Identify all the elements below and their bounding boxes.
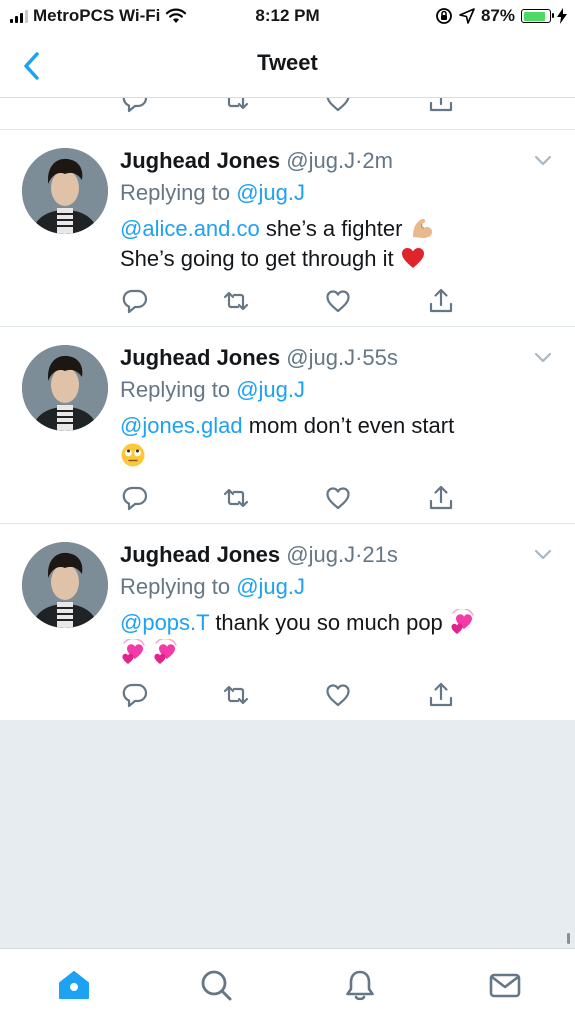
tweet[interactable]: Jughead Jones @jug.J·21s Replying to @ju… (0, 524, 575, 721)
revolving-hearts-emoji (120, 637, 146, 665)
retweet-button[interactable] (222, 484, 250, 512)
retweet-icon (223, 291, 249, 311)
tweet-text: @alice.and.co she’s a fighter She’s goin… (120, 214, 540, 274)
tweet-text: @jones.glad mom don’t even start (120, 411, 540, 471)
replying-prefix: Replying to (120, 180, 231, 205)
tweet-time: 21s (362, 542, 398, 567)
screen-rotation-lock-icon (436, 8, 452, 24)
reply-button[interactable] (121, 484, 149, 512)
heart-icon (326, 684, 350, 707)
share-button[interactable] (427, 484, 455, 512)
tweet-body: she’s a fighter (259, 216, 403, 241)
page-title: Tweet (257, 50, 318, 75)
battery-level (523, 11, 546, 21)
like-button[interactable] (324, 484, 352, 512)
tweet-header: Jughead Jones @jug.J·2m (120, 148, 393, 174)
reply-icon (122, 683, 148, 708)
battery-percent: 87% (480, 6, 515, 25)
replying-to: Replying to @jug.J (120, 377, 305, 403)
tab-bar (0, 948, 575, 1024)
tab-notifications[interactable] (342, 967, 378, 1003)
avatar[interactable] (22, 148, 108, 234)
chevron-down-icon[interactable] (533, 150, 553, 170)
replying-to-handle[interactable]: @jug.J (236, 377, 305, 402)
tweet-text: @pops.T thank you so much pop (120, 607, 540, 668)
author-handle[interactable]: @jug.J (286, 542, 355, 567)
messages-icon (489, 973, 521, 998)
retweet-button[interactable] (222, 681, 250, 709)
tweet-header: Jughead Jones @jug.J·55s (120, 345, 398, 371)
scroll-indicator[interactable] (567, 933, 570, 944)
tweet-time: 55s (362, 345, 398, 370)
heart-icon (326, 290, 350, 313)
tweet-body-line2: She’s going to get through it (120, 246, 394, 271)
action-bar (0, 681, 575, 711)
flexed-biceps-emoji (409, 215, 435, 241)
charging-bolt-icon (557, 8, 567, 24)
share-button[interactable] (427, 681, 455, 709)
tweet[interactable]: Jughead Jones @jug.J·55s Replying to @ju… (0, 327, 575, 524)
notifications-icon (346, 970, 374, 1001)
tweet[interactable]: Jughead Jones @jug.J·2m Replying to @jug… (0, 130, 575, 327)
tweet-body: thank you so much pop (209, 610, 443, 635)
search-icon (201, 970, 232, 1001)
share-button[interactable] (427, 287, 455, 315)
mention-link[interactable]: @pops.T (120, 610, 209, 635)
share-icon (429, 682, 453, 707)
author-name[interactable]: Jughead Jones (120, 542, 280, 567)
replying-prefix: Replying to (120, 377, 231, 402)
replying-to-handle[interactable]: @jug.J (236, 180, 305, 205)
reply-icon (122, 289, 148, 314)
revolving-hearts-emoji (152, 637, 178, 665)
like-button[interactable] (324, 287, 352, 315)
avatar[interactable] (22, 542, 108, 628)
like-button[interactable] (324, 681, 352, 709)
location-arrow-icon (459, 8, 475, 24)
chevron-down-icon[interactable] (533, 544, 553, 564)
share-icon (429, 485, 453, 510)
author-handle[interactable]: @jug.J (286, 345, 355, 370)
replying-to: Replying to @jug.J (120, 574, 305, 600)
mention-link[interactable]: @alice.and.co (120, 216, 260, 241)
share-icon (429, 288, 453, 313)
reply-button[interactable] (121, 681, 149, 709)
tweet-body: mom don’t even start (242, 413, 455, 438)
author-name[interactable]: Jughead Jones (120, 345, 280, 370)
battery-icon (521, 9, 554, 23)
avatar[interactable] (22, 345, 108, 431)
tab-search[interactable] (198, 967, 234, 1003)
status-right: 87% (435, 6, 567, 26)
replying-to: Replying to @jug.J (120, 180, 305, 206)
reply-icon (122, 486, 148, 511)
action-bar (0, 484, 575, 514)
author-handle[interactable]: @jug.J (286, 148, 355, 173)
navigation-bar: Tweet (0, 34, 575, 98)
tab-messages[interactable] (487, 967, 523, 1003)
author-name[interactable]: Jughead Jones (120, 148, 280, 173)
status-bar: MetroPCS Wi-Fi 8:12 PM 87% (0, 0, 575, 34)
tweet-header: Jughead Jones @jug.J·21s (120, 542, 398, 568)
revolving-hearts-emoji (449, 607, 475, 635)
tab-home[interactable] (56, 967, 92, 1003)
retweet-icon (223, 488, 249, 508)
home-icon (59, 971, 89, 999)
retweet-button[interactable] (222, 287, 250, 315)
reply-button[interactable] (121, 287, 149, 315)
red-heart-emoji (400, 245, 426, 271)
heart-icon (326, 487, 350, 510)
replying-prefix: Replying to (120, 574, 231, 599)
action-bar (0, 287, 575, 317)
chevron-down-icon[interactable] (533, 347, 553, 367)
replying-to-handle[interactable]: @jug.J (236, 574, 305, 599)
mention-link[interactable]: @jones.glad (120, 413, 243, 438)
face-with-rolling-eyes-emoji (120, 442, 146, 468)
retweet-icon (223, 685, 249, 705)
tweet-time: 2m (362, 148, 393, 173)
empty-timeline-area (0, 720, 575, 948)
